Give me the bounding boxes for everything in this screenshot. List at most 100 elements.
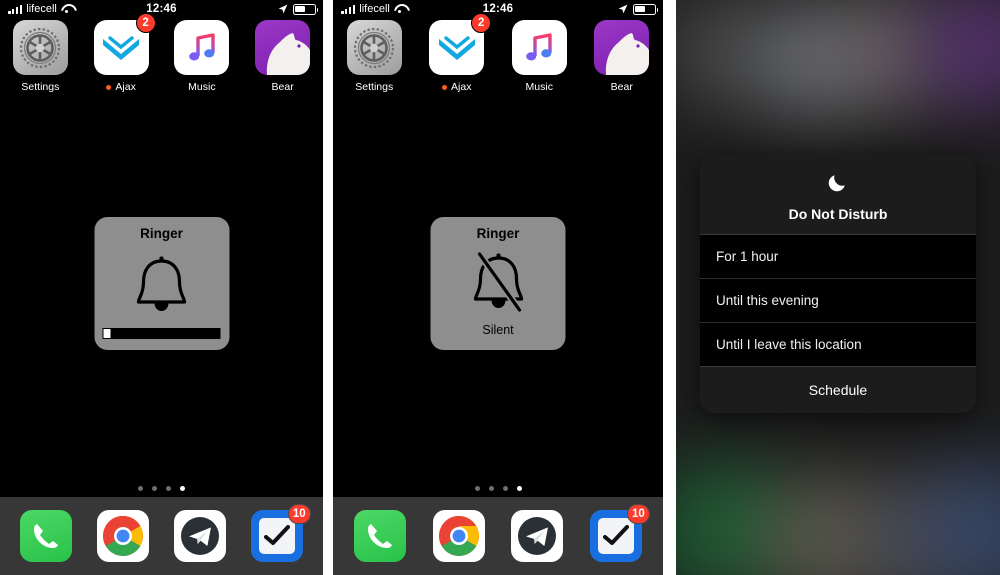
dnd-header: Do Not Disturb — [700, 155, 976, 234]
app-label: Settings — [21, 81, 59, 93]
status-bar-right — [278, 3, 319, 15]
page-indicator-dots[interactable] — [333, 486, 663, 491]
dock-item-phone[interactable] — [8, 510, 85, 562]
status-bar: lifecell 12:46 — [333, 0, 663, 18]
music-label: Music — [525, 81, 553, 93]
settings-gear-icon[interactable] — [12, 20, 68, 75]
page-dot[interactable] — [502, 486, 508, 491]
dnd-title: Do Not Disturb — [788, 206, 888, 222]
checkbox-inner — [597, 518, 634, 554]
chrome-icon[interactable] — [432, 510, 485, 562]
settings-label: Settings — [21, 81, 60, 93]
crescent-moon-icon — [700, 171, 976, 197]
page-dot[interactable] — [474, 486, 480, 491]
ajax-label: Ajax — [115, 81, 136, 93]
phone-icon[interactable] — [20, 510, 73, 562]
app-label: Music — [526, 81, 553, 93]
app-label: Bear — [611, 81, 633, 93]
status-bar-right — [618, 3, 659, 15]
hud-title: Ringer — [476, 226, 520, 241]
dock-badge: 10 — [287, 504, 311, 524]
settings-label: Settings — [355, 81, 394, 93]
app-music[interactable]: Music — [498, 20, 581, 93]
phone-icon[interactable] — [354, 510, 407, 562]
dock-item-phone[interactable] — [341, 510, 420, 562]
location-arrow-icon — [618, 4, 628, 14]
dock: 10 — [0, 497, 323, 575]
checkmark-icon[interactable]: 10 — [589, 504, 650, 562]
panel-separator — [663, 0, 676, 575]
status-bar: lifecell 12:46 — [0, 0, 323, 18]
page-dot[interactable] — [138, 486, 143, 491]
music-note-icon[interactable] — [511, 20, 567, 75]
dock-item-chrome[interactable] — [420, 510, 499, 562]
app-bear[interactable]: Bear — [242, 20, 323, 93]
app-ajax[interactable]: 2 Ajax — [81, 13, 162, 93]
phone-panel-ringer-volume: lifecell 12:46 Settings 2 Ajax Music Bea… — [0, 0, 323, 575]
dock-item-things[interactable]: 10 — [238, 504, 315, 562]
page-dot[interactable] — [488, 486, 494, 491]
app-ajax[interactable]: 2 Ajax — [416, 13, 499, 93]
bear-icon[interactable] — [255, 20, 311, 75]
location-arrow-icon — [278, 4, 288, 14]
battery-icon — [633, 3, 659, 15]
do-not-disturb-sheet: Do Not Disturb For 1 hour Until this eve… — [700, 155, 976, 413]
bell-icon — [130, 241, 194, 328]
app-grid: Settings 2 Ajax Music Bear — [333, 13, 664, 93]
ajax-icon[interactable]: 2 — [93, 13, 156, 75]
volume-slider[interactable] — [102, 328, 221, 339]
app-settings[interactable]: Settings — [333, 20, 416, 93]
telegram-icon[interactable] — [173, 510, 226, 562]
app-label: Ajax — [106, 81, 136, 93]
bell-slash-icon — [465, 241, 531, 323]
new-app-dot-icon — [442, 84, 448, 90]
hud-title: Ringer — [140, 226, 183, 241]
app-bear[interactable]: Bear — [581, 20, 664, 93]
screenshot-stage: lifecell 12:46 Settings 2 Ajax Music Bea… — [0, 0, 1000, 575]
dnd-schedule-button[interactable]: Schedule — [700, 366, 976, 413]
app-settings[interactable]: Settings — [0, 20, 81, 93]
ringer-volume-hud: Ringer — [94, 217, 229, 350]
status-bar-clock: 12:46 — [146, 3, 177, 15]
panel-separator — [323, 0, 333, 575]
dock-badge: 10 — [626, 504, 650, 524]
phone-panel-ringer-silent: lifecell 12:46 Settings 2 Ajax Music Bea… — [333, 0, 663, 575]
dnd-option-for-1-hour[interactable]: For 1 hour — [700, 234, 976, 278]
telegram-icon[interactable] — [511, 510, 564, 562]
battery-icon — [293, 3, 319, 15]
dnd-option-until-i-leave-this-location[interactable]: Until I leave this location — [700, 322, 976, 366]
bear-icon[interactable] — [594, 20, 650, 75]
app-label: Bear — [272, 81, 294, 93]
bear-label: Bear — [610, 81, 633, 93]
new-app-dot-icon — [106, 84, 112, 90]
page-dot[interactable] — [166, 486, 171, 491]
ringer-silent-hud: Ringer Silent — [430, 217, 566, 350]
page-indicator-dots[interactable] — [0, 486, 323, 491]
page-dot[interactable] — [152, 486, 157, 491]
page-dot-active[interactable] — [180, 486, 185, 491]
page-dot-active[interactable] — [516, 486, 522, 491]
dock: 10 — [333, 497, 663, 575]
status-bar-clock: 12:46 — [482, 3, 514, 15]
music-label: Music — [188, 81, 216, 93]
dnd-option-until-this-evening[interactable]: Until this evening — [700, 278, 976, 322]
phone-panel-do-not-disturb: Do Not Disturb For 1 hour Until this eve… — [676, 0, 1000, 575]
bear-label: Bear — [271, 81, 294, 93]
dock-item-things[interactable]: 10 — [577, 504, 656, 562]
settings-gear-icon[interactable] — [346, 20, 402, 75]
app-label: Music — [188, 81, 215, 93]
app-label: Ajax — [442, 81, 471, 93]
dock-item-chrome[interactable] — [85, 510, 162, 562]
chrome-icon[interactable] — [97, 510, 150, 562]
dock-item-telegram[interactable] — [498, 510, 577, 562]
dock-item-telegram[interactable] — [162, 510, 239, 562]
ajax-label: Ajax — [451, 81, 472, 93]
app-music[interactable]: Music — [162, 20, 243, 93]
ajax-icon[interactable]: 2 — [429, 13, 492, 75]
app-label: Settings — [355, 81, 393, 93]
hud-subtitle: Silent — [482, 323, 514, 337]
checkbox-inner — [258, 518, 295, 554]
music-note-icon[interactable] — [174, 20, 230, 75]
app-grid: Settings 2 Ajax Music Bear — [0, 13, 323, 93]
checkmark-icon[interactable]: 10 — [250, 504, 311, 562]
